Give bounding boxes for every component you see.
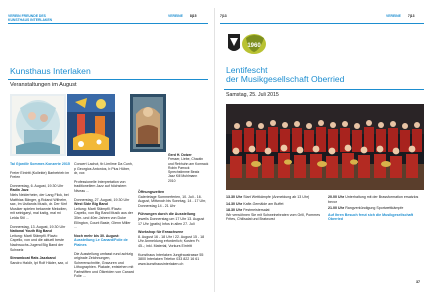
paragraph: Sandro Haldir, Ipt Rolf Häder, sax, cl <box>10 260 68 265</box>
schedule-item: 13.30 Uhr Start Wettkämpfe (Anmeldung ab… <box>226 195 322 200</box>
paragraph: jeweils Donnerstag um 17 Uhr 13. August … <box>138 216 205 226</box>
right-header-label: VEREINE <box>386 14 401 18</box>
paragraph: Kunsthaus Interlaken Jungfraustrasse 55 … <box>138 252 204 266</box>
page-subtitle: Veranstaltungen im August <box>10 82 77 88</box>
right-header-right: VEREINE 7|13 <box>386 14 414 18</box>
schedule-left: 13.30 Uhr Start Wettkämpfe (Anmeldung ab… <box>226 195 322 226</box>
paragraph: Professionelle Interpretation von tradit… <box>74 179 127 193</box>
music-society-logo: 1960 <box>226 30 272 58</box>
closing-line: Auf Ihren Besuch freut sich die Musikges… <box>328 212 414 222</box>
text-column-3: Öffnungszeiten Galerietage Sommerferien,… <box>138 190 208 270</box>
painting-image <box>130 94 166 152</box>
band-group-photo <box>226 104 424 190</box>
event-poster-image <box>10 94 66 156</box>
jazz-artwork-image <box>67 94 115 156</box>
schedule-time: 21.00 Uhr <box>328 206 345 211</box>
paragraph: Concert Lachot, tb Limlime Da Cunh, p Ge… <box>74 162 133 176</box>
left-header-rule <box>8 23 208 24</box>
schedule-text: Start Wettkämpfe (Anmeldung ab 13 Uhr) <box>243 195 310 199</box>
left-page: VEREIN FREUNDE DES KUNSTHAUS INTERLAKEN … <box>4 12 212 290</box>
page-gutter <box>214 8 215 292</box>
magazine-spread: VEREIN FREUNDE DES KUNSTHAUS INTERLAKEN … <box>0 0 432 298</box>
right-page-title: Lentifescht der Musikgesellschaft Oberri… <box>226 65 345 85</box>
schedule-text: Wir verwöhnen Sie mit Schweinebraten vom… <box>226 212 321 222</box>
schedule-text: Rangverkündigung Sportwettkämpfe <box>345 206 404 211</box>
right-header-left: 7|13 <box>220 14 233 18</box>
paragraph: Ausstellung Le Canard/Folie de Plaines <box>74 238 128 247</box>
painting-caption: Gerd H. Dotzer Fresser, Liebe, Chaotin u… <box>168 153 210 183</box>
right-header-pages: 7|13 <box>220 14 227 18</box>
right-header-rule <box>220 23 424 24</box>
paragraph: Galerietage Sommerferien, 10. Juli - 16.… <box>138 194 207 208</box>
schedule-item: 20.00 Uhr Unterhaltung mit der Brassform… <box>328 195 424 204</box>
caption-line: 2010 <box>168 178 176 183</box>
schedule-text: Kafie-Gemälde am Buffet <box>243 201 284 206</box>
schedule-time: 13.30 Uhr <box>226 195 243 199</box>
page-number: 37 <box>416 280 420 284</box>
schedule-time: 20.00 Uhr <box>328 195 345 199</box>
paragraph: Leitung: Marti Stämpfli /Flavio Capello,… <box>10 233 64 252</box>
page-title: Kunsthaus Interlaken <box>10 66 91 76</box>
paragraph: Niels Neiderheim, der Lang Flick, bei Ma… <box>10 192 69 220</box>
title-rule <box>8 79 208 80</box>
paragraph: 8. August 16 - 18 Uhr / 22. August 15 - … <box>138 234 205 248</box>
paragraph: Tal Gjordlir Sommer-Konzerte 2015 <box>10 162 70 166</box>
left-header-label: VEREINE <box>168 14 183 18</box>
text-column-2: Concert Lachot, tb Limlime Da Cunh, p Ge… <box>74 162 134 283</box>
schedule-item: 21.00 Uhr Rangverkündigung Sportwettkämp… <box>328 206 424 211</box>
left-header-line-2: KUNSTHAUS INTERLAKEN <box>8 18 53 23</box>
paragraph: Leitung: Marti Stämpfli /Flavio Capello,… <box>74 206 133 230</box>
schedule-time: 14.30 Uhr <box>226 201 243 206</box>
event-date: Samstag, 25. Juli 2015 <box>226 92 279 98</box>
left-header-pages: 8|15 <box>189 14 197 18</box>
paragraph: Freier Eintritt (Kollekte) Barbetrieb im… <box>10 170 70 180</box>
paragraph: Die Ausstellung umfasst rund achtzig ori… <box>74 251 134 279</box>
right-header-num: 7|13 <box>407 14 415 18</box>
left-header-right: VEREINE 8|15 <box>168 14 196 18</box>
schedule-item: Wir verwöhnen Sie mit Schweinebraten vom… <box>226 213 322 222</box>
schedule-item: 14.30 Uhr Kafie-Gemälde am Buffet <box>226 202 322 207</box>
text-column-1: Tal Gjordlir Sommer-Konzerte 2015 Freier… <box>10 162 70 269</box>
right-page: 7|13 VEREINE 7|13 1960 Lentifescht der M… <box>218 12 428 290</box>
schedule-time: 18.30 Uhr <box>226 208 243 213</box>
logo-year: 1960 <box>247 43 261 49</box>
right-title-rule <box>224 89 424 90</box>
left-header-section: VEREIN FREUNDE DES KUNSTHAUS INTERLAKEN <box>8 14 52 22</box>
title-line-2: der Musikgesellschaft Oberried <box>226 74 345 85</box>
schedule-right: 20.00 Uhr Unterhaltung mit der Brassform… <box>328 195 424 226</box>
schedule-text: Festmeistersalat <box>243 208 270 213</box>
